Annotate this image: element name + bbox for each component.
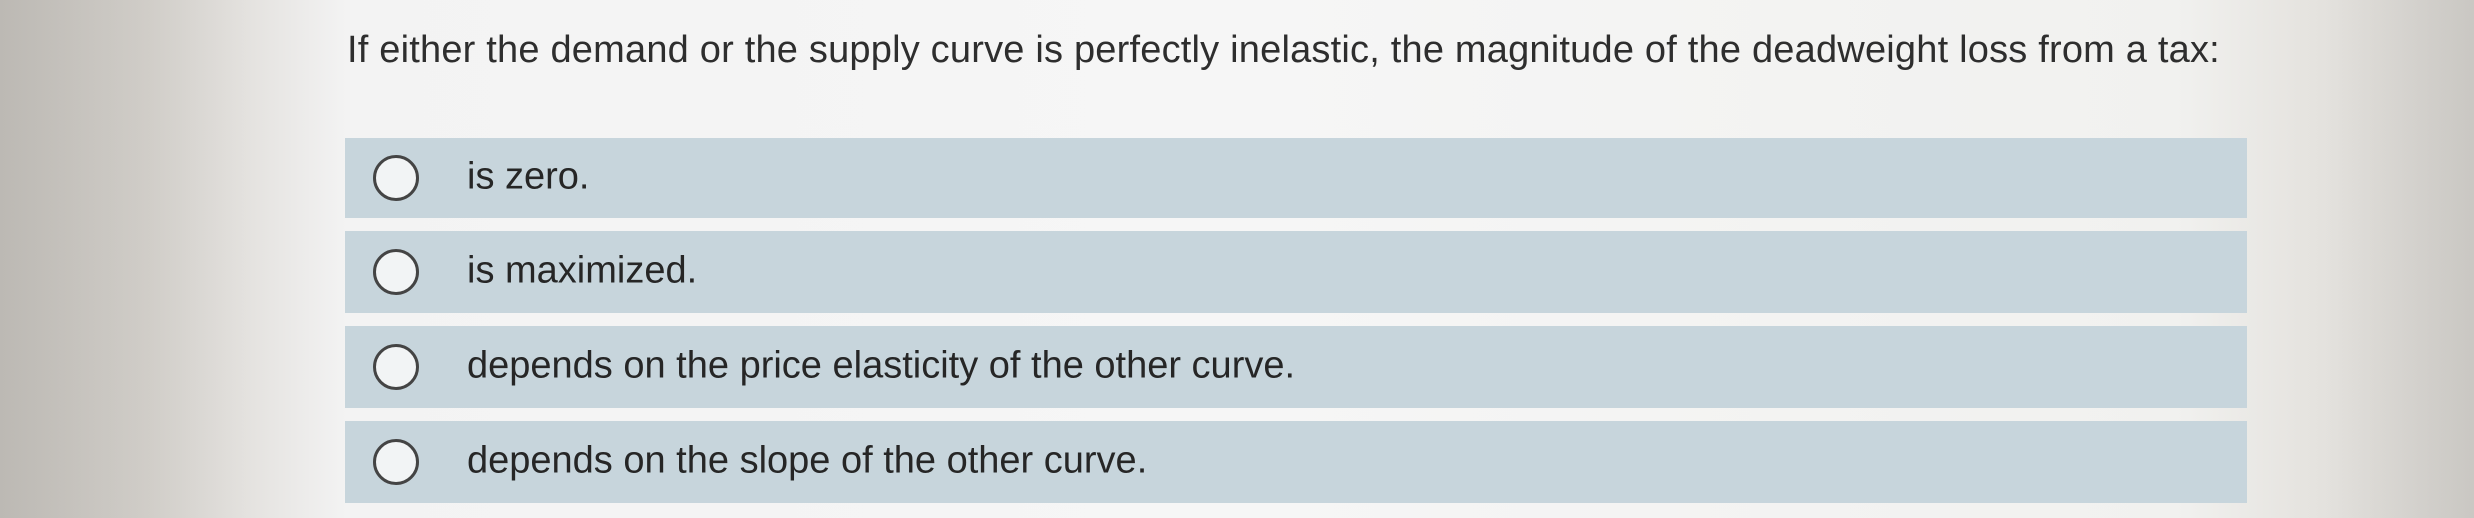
answer-option-3[interactable]: depends on the price elasticity of the o… — [345, 326, 2247, 408]
radio-button-icon[interactable] — [373, 155, 419, 201]
right-edge-shadow — [2324, 0, 2474, 518]
radio-button-icon[interactable] — [373, 249, 419, 295]
radio-button-icon[interactable] — [373, 344, 419, 390]
answer-option-label: is maximized. — [467, 249, 698, 292]
left-edge-shadow — [0, 0, 250, 518]
answer-option-1[interactable]: is zero. — [345, 138, 2247, 218]
answer-option-label: depends on the price elasticity of the o… — [467, 344, 1296, 387]
answer-option-2[interactable]: is maximized. — [345, 231, 2247, 313]
answer-option-4[interactable]: depends on the slope of the other curve. — [345, 421, 2247, 503]
answer-options: is zero. is maximized. depends on the pr… — [345, 138, 2247, 516]
question-card: If either the demand or the supply curve… — [335, 0, 2265, 518]
answer-option-label: is zero. — [467, 155, 590, 198]
answer-option-label: depends on the slope of the other curve. — [467, 439, 1148, 482]
radio-button-icon[interactable] — [373, 439, 419, 485]
question-text: If either the demand or the supply curve… — [347, 29, 2220, 71]
